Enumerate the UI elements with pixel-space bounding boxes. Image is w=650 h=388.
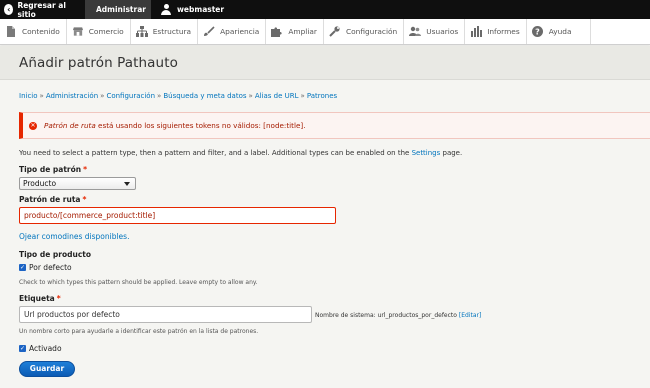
breadcrumb-link[interactable]: Configuración xyxy=(106,92,155,100)
path-pattern-label: Patrón de ruta * xyxy=(19,195,86,204)
brush-icon xyxy=(203,26,215,38)
enabled-checkbox-label: Activado xyxy=(29,344,62,353)
tray-item-usuarios[interactable]: Usuarios xyxy=(404,19,466,44)
breadcrumb-separator: » xyxy=(157,92,162,100)
tray-item-apariencia[interactable]: Apariencia xyxy=(198,19,267,44)
puzzle-icon xyxy=(271,26,283,38)
tray-item-label: Apariencia xyxy=(220,27,260,36)
breadcrumb-separator: » xyxy=(39,92,44,100)
breadcrumb-separator: » xyxy=(248,92,253,100)
label-input[interactable]: Url productos por defecto xyxy=(19,306,312,323)
back-to-site-label: Regresar al sitio xyxy=(17,0,66,19)
tray-item-comercio[interactable]: Comercio xyxy=(67,19,131,44)
help-icon: ? xyxy=(532,26,544,38)
default-checkbox-label: Por defecto xyxy=(29,263,72,272)
error-field-name: Patrón de ruta xyxy=(44,121,96,130)
machine-name: Nombre de sistema: url_productos_por_def… xyxy=(315,312,481,319)
page-icon xyxy=(5,26,17,38)
tray-item-label: Informes xyxy=(487,27,520,36)
people-icon xyxy=(409,26,422,38)
label-value: Url productos por defecto xyxy=(24,310,120,319)
back-to-site-link[interactable]: ‹ Regresar al sitio xyxy=(0,0,85,19)
save-button[interactable]: Guardar xyxy=(19,361,75,377)
svg-text:?: ? xyxy=(535,27,540,36)
required-marker: * xyxy=(56,294,61,303)
tray-item-ampliar[interactable]: Ampliar xyxy=(266,19,324,44)
pattern-type-label: Tipo de patrón * xyxy=(19,165,87,174)
tray-item-estructura[interactable]: Estructura xyxy=(131,19,199,44)
breadcrumb-link[interactable]: Administración xyxy=(46,92,98,100)
error-detail: está usando los siguientes tokens no vál… xyxy=(95,121,306,130)
bar-chart-icon xyxy=(470,26,482,38)
admin-tray: Contenido Comercio Estructura Apariencia… xyxy=(0,19,650,45)
structure-icon xyxy=(135,26,148,38)
tray-item-label: Contenido xyxy=(22,27,60,36)
chevron-left-icon: ‹ xyxy=(4,4,14,15)
pattern-type-value: Producto xyxy=(23,179,57,188)
path-pattern-value: producto/[commerce_product:title] xyxy=(24,211,156,220)
settings-link[interactable]: Settings xyxy=(412,149,441,157)
machine-name-text: Nombre de sistema: url_productos_por_def… xyxy=(315,312,457,319)
machine-name-edit-link[interactable]: [Editar] xyxy=(459,312,481,319)
product-type-help: Check to which types this pattern should… xyxy=(19,279,258,286)
enabled-checkbox[interactable]: ✓ xyxy=(19,345,26,352)
label-field-label: Etiqueta * xyxy=(19,294,61,303)
user-icon xyxy=(161,4,171,15)
breadcrumb-separator: » xyxy=(300,92,305,100)
tray-item-configuracion[interactable]: Configuración xyxy=(324,19,405,44)
tray-item-label: Configuración xyxy=(345,27,398,36)
label-field-label-text: Etiqueta xyxy=(19,294,55,303)
breadcrumb-link[interactable]: Patrones xyxy=(307,92,337,100)
tray-item-informes[interactable]: Informes xyxy=(465,19,527,44)
required-marker: * xyxy=(82,195,87,204)
breadcrumb-link[interactable]: Inicio xyxy=(19,92,38,100)
breadcrumb-link[interactable]: Búsqueda y meta datos xyxy=(163,92,246,100)
intro-text: You need to select a pattern type, then … xyxy=(19,149,462,157)
tray-item-label: Ampliar xyxy=(288,27,317,36)
breadcrumb-link[interactable]: Alias de URL xyxy=(255,92,299,100)
tray-item-contenido[interactable]: Contenido xyxy=(0,19,67,44)
shop-icon xyxy=(72,26,84,38)
user-tab[interactable]: webmaster xyxy=(151,0,232,19)
breadcrumb: Inicio» Administración» Configuración» Búsq… xyxy=(19,92,337,100)
manage-tab[interactable]: Administrar xyxy=(85,0,151,19)
path-pattern-label-text: Patrón de ruta xyxy=(19,195,81,204)
page-title: Añadir patrón Pathauto xyxy=(19,55,178,71)
label-help: Un nombre corto para ayudarle a identifi… xyxy=(19,328,259,335)
error-icon: ✕ xyxy=(29,121,37,130)
wrench-icon xyxy=(329,26,341,38)
product-type-label: Tipo de producto xyxy=(19,250,91,259)
pattern-type-select[interactable]: Producto xyxy=(19,177,136,190)
browse-tokens-link[interactable]: Ojear comodines disponibles. xyxy=(19,232,129,241)
page-header: Añadir patrón Pathauto xyxy=(0,46,650,80)
required-marker: * xyxy=(83,165,88,174)
tray-item-label: Estructura xyxy=(152,27,192,36)
error-text: Patrón de ruta está usando los siguiente… xyxy=(44,121,306,130)
tray-item-ayuda[interactable]: ? Ayuda xyxy=(527,19,591,44)
chevron-down-icon xyxy=(124,182,130,186)
default-checkbox-row[interactable]: ✓ Por defecto xyxy=(19,263,72,272)
tray-item-label: Comercio xyxy=(88,27,124,36)
manage-label: Administrar xyxy=(96,5,146,14)
tray-item-label: Usuarios xyxy=(426,27,459,36)
user-label: webmaster xyxy=(177,5,225,14)
enabled-checkbox-row[interactable]: ✓ Activado xyxy=(19,344,62,353)
default-checkbox[interactable]: ✓ xyxy=(19,264,26,271)
intro-text-after: page. xyxy=(440,149,463,157)
main-content: Inicio» Administración» Configuración» Búsq… xyxy=(0,80,650,388)
path-pattern-input[interactable]: producto/[commerce_product:title] xyxy=(19,207,336,224)
intro-text-before: You need to select a pattern type, then … xyxy=(19,149,412,157)
error-message: ✕ Patrón de ruta está usando los siguien… xyxy=(19,112,650,139)
breadcrumb-separator: » xyxy=(100,92,105,100)
admin-toolbar: ‹ Regresar al sitio Administrar webmaste… xyxy=(0,0,650,19)
tray-item-label: Ayuda xyxy=(548,27,572,36)
pattern-type-label-text: Tipo de patrón xyxy=(19,165,82,174)
